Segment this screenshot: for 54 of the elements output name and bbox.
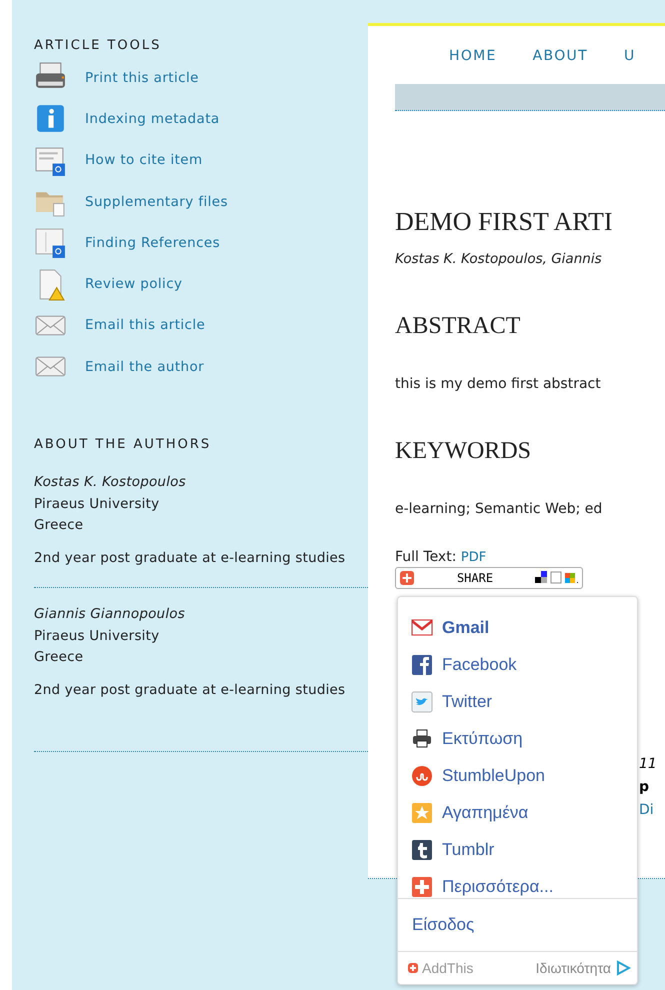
section-title: ARTICLE TOOLS xyxy=(34,38,162,53)
share-menu-item[interactable]: Αγαπημένα xyxy=(411,794,637,831)
f-logo-icon xyxy=(411,654,433,676)
article-title: DEMO FIRST ARTI xyxy=(395,207,614,237)
nav-link[interactable]: U xyxy=(624,48,636,84)
share-menu-item[interactable]: Facebook xyxy=(411,646,637,683)
author-name: Giannis Giannopoulos xyxy=(34,605,186,624)
author-bio: 2nd year post graduate at e-learning studies xyxy=(34,548,346,568)
tool-link[interactable]: Print this article xyxy=(85,70,199,86)
partial-text[interactable]: Di xyxy=(639,799,654,822)
plus-icon xyxy=(399,570,415,586)
section-title: ABOUT THE AUTHORS xyxy=(34,437,212,452)
tool-link[interactable]: Indexing metadata xyxy=(85,110,220,127)
tool-link[interactable]: Finding References xyxy=(85,234,220,251)
privacy-link[interactable]: Ιδιωτικότητα xyxy=(536,960,611,976)
share-button[interactable]: SHARE xyxy=(395,567,583,589)
sign-in-link[interactable]: Είσοδος xyxy=(398,898,637,952)
share-menu-item[interactable]: Twitter xyxy=(411,683,637,720)
author-bio: 2nd year post graduate at e-learning studies xyxy=(34,680,346,700)
nav-link[interactable]: ABOUT xyxy=(532,48,588,84)
share-menu-item[interactable]: StumbleUpon xyxy=(411,757,637,794)
share-menu-item[interactable]: Εκτύπωση xyxy=(411,720,637,757)
keywords-text: e-learning; Semantic Web; ed xyxy=(395,501,604,517)
printer-icon xyxy=(411,728,433,750)
author-country: Greece xyxy=(34,648,84,668)
circle-icon xyxy=(411,764,433,786)
document-search-icon[interactable] xyxy=(34,226,67,260)
full-text-label: Full Text: xyxy=(395,549,456,565)
section-heading: KEYWORDS xyxy=(395,438,532,465)
abstract-text: this is my demo first abstract xyxy=(395,376,602,392)
nav-link[interactable]: HOME xyxy=(449,48,497,84)
share-menu-item[interactable]: Tumblr xyxy=(411,831,637,868)
bird-icon xyxy=(411,690,433,712)
tool-link[interactable]: Review policy xyxy=(85,276,182,292)
partial-text: p xyxy=(639,778,650,797)
author-affiliation: Piraeus University xyxy=(34,494,160,514)
plus-icon xyxy=(411,876,433,898)
author-country: Greece xyxy=(34,516,84,536)
article-authors: Kostas K. Kostopoulos, Giannis xyxy=(395,251,603,267)
author-name: Kostas K. Kostopoulos xyxy=(34,473,187,492)
pdf-link[interactable]: PDF xyxy=(460,550,486,565)
tool-link[interactable]: Email the author xyxy=(85,358,204,375)
plus-icon xyxy=(408,963,418,973)
partial-text: 11 xyxy=(639,755,657,774)
t-logo-icon xyxy=(411,838,433,860)
envelope-icon xyxy=(411,616,433,638)
tool-link[interactable]: Email this article xyxy=(85,317,206,334)
section-heading: ABSTRACT xyxy=(395,313,522,340)
play-icon xyxy=(615,960,631,976)
tool-link[interactable]: How to cite item xyxy=(85,152,203,168)
share-menu-item[interactable]: Gmail xyxy=(411,609,637,646)
tool-link[interactable]: Supplementary files xyxy=(85,194,228,210)
author-affiliation: Piraeus University xyxy=(34,626,160,646)
brand-link[interactable]: AddThis xyxy=(422,960,474,976)
